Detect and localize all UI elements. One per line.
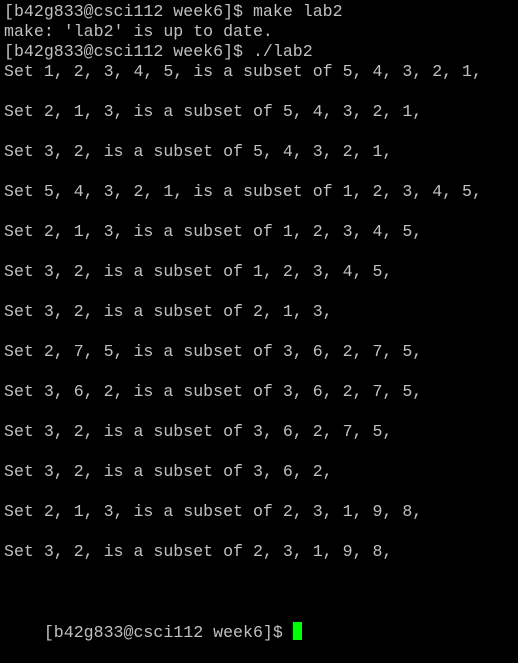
- terminal-window[interactable]: [b42g833@csci112 week6]$ make lab2 make:…: [0, 0, 518, 642]
- terminal-line-output: Set 2, 7, 5, is a subset of 3, 6, 2, 7, …: [4, 342, 423, 361]
- terminal-line-output: Set 2, 1, 3, is a subset of 2, 3, 1, 9, …: [4, 502, 423, 521]
- terminal-line-output: Set 3, 2, is a subset of 3, 6, 2, 7, 5,: [4, 422, 393, 441]
- terminal-line-command: [b42g833@csci112 week6]$ make lab2: [4, 2, 343, 21]
- terminal-line-output: Set 3, 2, is a subset of 3, 6, 2,: [4, 462, 333, 481]
- terminal-line-output: Set 3, 2, is a subset of 2, 1, 3,: [4, 302, 333, 321]
- terminal-line-output: Set 3, 2, is a subset of 1, 2, 3, 4, 5,: [4, 262, 393, 281]
- terminal-line-output: Set 3, 2, is a subset of 5, 4, 3, 2, 1,: [4, 142, 393, 161]
- terminal-line-output: Set 3, 2, is a subset of 2, 3, 1, 9, 8,: [4, 542, 393, 561]
- shell-prompt: [b42g833@csci112 week6]$: [43, 623, 293, 642]
- terminal-cursor: [292, 622, 302, 640]
- terminal-line-command: [b42g833@csci112 week6]$ ./lab2: [4, 42, 313, 61]
- terminal-line-output: Set 5, 4, 3, 2, 1, is a subset of 1, 2, …: [4, 182, 482, 201]
- terminal-line-output: Set 2, 1, 3, is a subset of 5, 4, 3, 2, …: [4, 102, 423, 121]
- terminal-prompt-line[interactable]: [b42g833@csci112 week6]$: [4, 602, 302, 642]
- terminal-line-output: Set 3, 6, 2, is a subset of 3, 6, 2, 7, …: [4, 382, 423, 401]
- terminal-line-output: Set 1, 2, 3, 4, 5, is a subset of 5, 4, …: [4, 62, 482, 81]
- terminal-line-output: make: 'lab2' is up to date.: [4, 22, 273, 41]
- terminal-line-output: Set 2, 1, 3, is a subset of 1, 2, 3, 4, …: [4, 222, 423, 241]
